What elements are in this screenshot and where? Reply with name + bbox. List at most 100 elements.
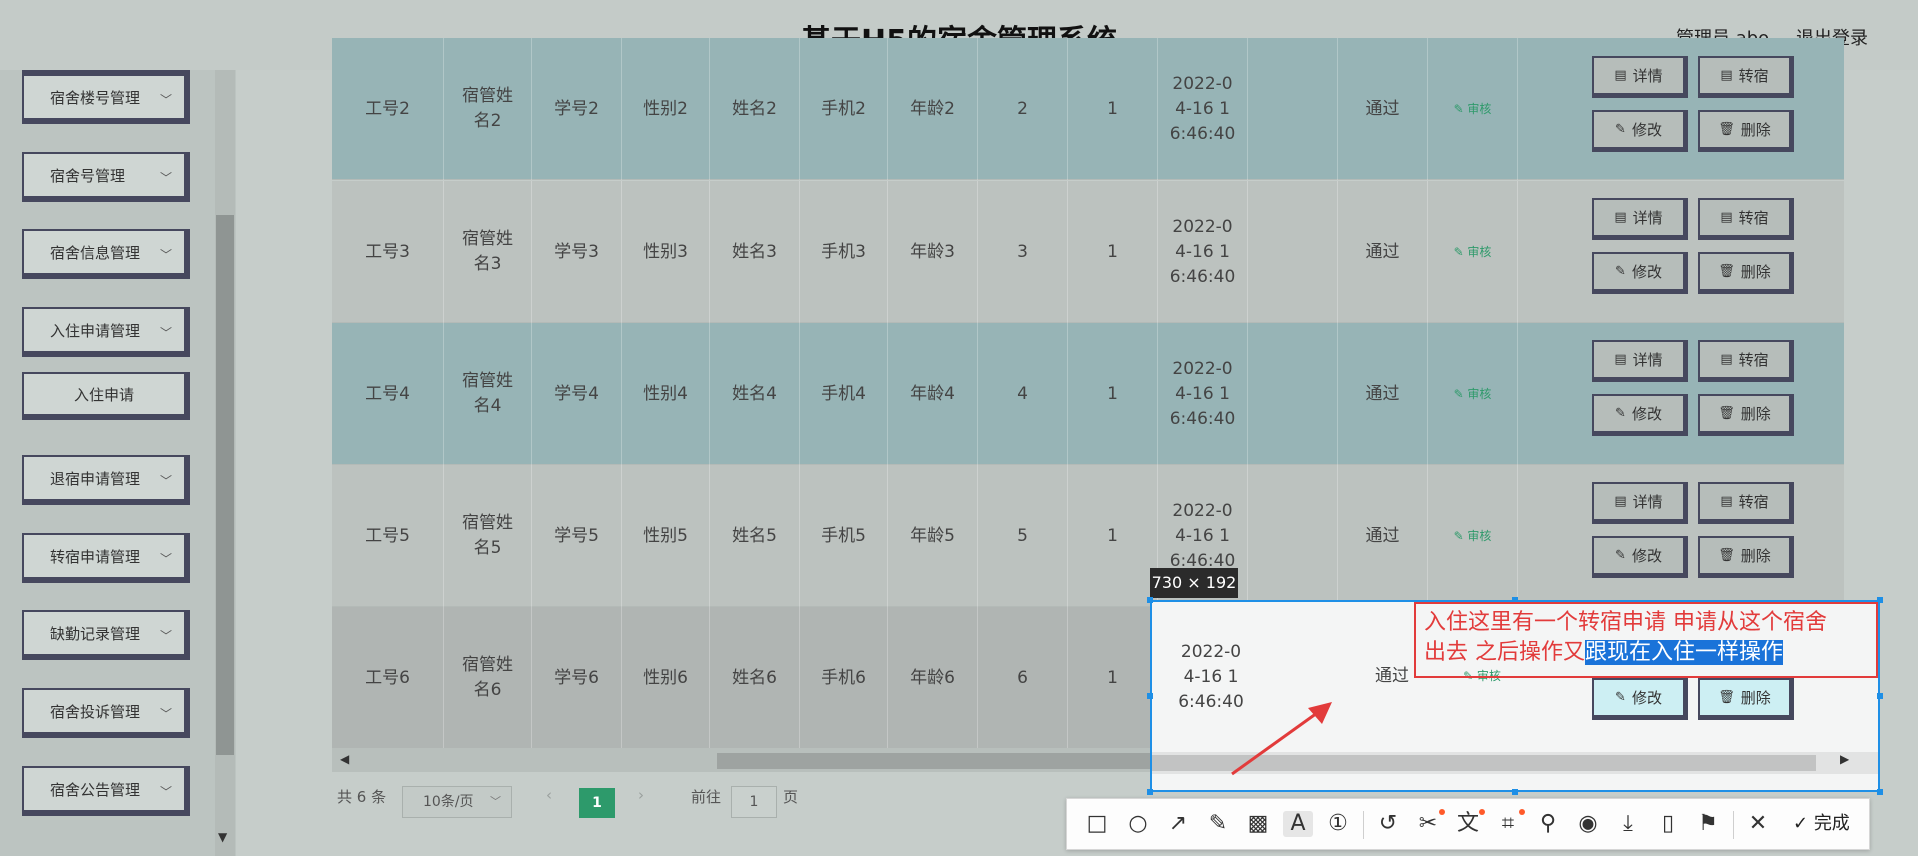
resize-handle[interactable] [1147,597,1153,603]
new-badge [1439,809,1445,815]
sidebar-subitem-checkin[interactable]: 入住申请 [22,372,190,420]
delete-button[interactable]: 🗑 删除 [1698,252,1794,294]
delete-button[interactable]: 🗑 删除 [1698,110,1794,152]
ocr-icon[interactable]: ⌗ [1493,811,1523,837]
chevron-down-icon: ﹀ [159,552,172,566]
download-icon[interactable]: ⤓ [1613,811,1643,837]
new-badge [1479,809,1485,815]
prev-page-icon[interactable]: ‹ [546,786,552,804]
detail-button[interactable]: ▤ 详情 [1592,198,1688,240]
pencil-icon: ✎ [1615,690,1626,705]
cell-student-no: 学号2 [532,38,622,180]
undo-icon[interactable]: ↺ [1373,811,1403,837]
sidebar-item-transfer-management[interactable]: 转宿申请管理 ﹀ [22,533,190,583]
cell-work-no: 工号5 [332,465,444,607]
text-icon[interactable]: A [1283,811,1313,837]
scroll-left-arrow-icon[interactable]: ◀ [340,752,349,766]
sidebar-item-dorm-info[interactable]: 宿舍信息管理 ﹀ [22,229,190,279]
sidebar-item-label: 转宿申请管理 [50,547,141,566]
arrow-icon[interactable]: ↗ [1163,811,1193,837]
edit-button[interactable]: ✎ 修改 [1592,678,1688,720]
resize-handle[interactable] [1877,789,1883,795]
done-button[interactable]: ✓ 完成 [1793,811,1850,837]
audit-link[interactable]: ✎ 审核 [1428,38,1518,180]
sidebar-item-announcements[interactable]: 宿舍公告管理 ﹀ [22,766,190,816]
chevron-down-icon: ﹀ [159,707,172,721]
page-size-select[interactable]: 10条/页 ﹀ [402,786,512,818]
goto-prefix: 前往 [691,788,722,806]
sidebar-item-label: 宿舍号管理 [50,166,126,185]
delete-button[interactable]: 🗑 删除 [1698,678,1794,720]
sidebar-item-room-number[interactable]: 宿舍号管理 ﹀ [22,152,190,202]
cell-gender: 性别5 [622,465,710,607]
cell-phone: 手机2 [800,38,888,180]
cell-empty [1248,465,1338,607]
translate-icon[interactable]: 文 [1453,811,1483,837]
cell-building: 5 [978,465,1068,607]
sidebar-item-building-number[interactable]: 宿舍楼号管理 ﹀ [22,74,190,124]
audit-link[interactable]: ✎ 审核 [1428,465,1518,607]
document-icon: ▤ [1614,494,1627,509]
transfer-button[interactable]: ▤ 转宿 [1698,340,1794,382]
close-icon[interactable]: ✕ [1743,811,1773,837]
audit-link[interactable]: ✎ 审核 [1428,323,1518,465]
scroll-down-arrow-icon[interactable]: ▼ [218,830,227,844]
goto-page-input[interactable]: 1 [731,786,777,818]
sidebar-item-absence-records[interactable]: 缺勤记录管理 ﹀ [22,610,190,660]
toolbar-divider [1733,811,1734,839]
record-icon[interactable]: ◉ [1573,811,1603,837]
pencil-icon: ✎ [1615,264,1626,279]
pin-icon[interactable]: ⚲ [1533,811,1563,837]
resize-handle[interactable] [1147,789,1153,795]
cell-age: 年龄5 [888,465,978,607]
cell-status: 通过 [1338,181,1428,323]
edit-button[interactable]: ✎ 修改 [1592,110,1688,152]
resize-handle[interactable] [1147,693,1153,699]
cell-status: 通过 [1338,465,1428,607]
cell-age: 年龄2 [888,38,978,180]
chevron-down-icon: ﹀ [159,629,172,643]
transfer-button[interactable]: ▤ 转宿 [1698,198,1794,240]
sidebar-item-complaints[interactable]: 宿舍投诉管理 ﹀ [22,688,190,738]
detail-button[interactable]: ▤ 详情 [1592,482,1688,524]
edit-button[interactable]: ✎ 修改 [1592,536,1688,578]
cell-building: 6 [978,607,1068,749]
audit-link[interactable]: ✎ 审核 [1428,181,1518,323]
phone-icon[interactable]: ▯ [1653,811,1683,837]
cell-manager-name: 宿管姓 名5 [444,465,532,607]
scissors-icon[interactable]: ✂ [1413,811,1443,837]
detail-button[interactable]: ▤ 详情 [1592,56,1688,98]
bookmark-icon[interactable]: ⚑ [1693,811,1723,837]
annotation-line-1: 入住这里有一个转宿申请 申请从这个宿舍 [1424,610,1827,635]
document-icon: ▤ [1614,68,1627,83]
resize-handle[interactable] [1512,789,1518,795]
mosaic-icon[interactable]: ▩ [1243,811,1273,837]
transfer-button[interactable]: ▤ 转宿 [1698,56,1794,98]
ellipse-icon[interactable]: ○ [1123,811,1153,837]
sidebar-scrollbar-thumb[interactable] [216,215,234,755]
text-annotation[interactable]: 入住这里有一个转宿申请 申请从这个宿舍 出去 之后操作又跟现在入住一样操作 [1414,602,1878,678]
document-icon: ▤ [1720,494,1733,509]
pen-icon[interactable]: ✎ [1203,811,1233,837]
page-size-value: 10条/页 [423,794,474,810]
cell-work-no: 工号4 [332,323,444,465]
cell-manager-name: 宿管姓 名3 [444,181,532,323]
delete-button[interactable]: 🗑 删除 [1698,536,1794,578]
trash-icon: 🗑 [1718,406,1735,421]
number-marker-icon[interactable]: ① [1323,811,1353,837]
edit-button[interactable]: ✎ 修改 [1592,394,1688,436]
resize-handle[interactable] [1877,693,1883,699]
sidebar-item-checkin-management[interactable]: 入住申请管理 ﹀ [22,307,190,357]
sidebar-item-checkout-management[interactable]: 退宿申请管理 ﹀ [22,455,190,505]
edit-button[interactable]: ✎ 修改 [1592,252,1688,294]
delete-button[interactable]: 🗑 删除 [1698,394,1794,436]
page-number-current[interactable]: 1 [579,788,615,818]
next-page-icon[interactable]: › [638,786,644,804]
document-icon: ▤ [1720,68,1733,83]
transfer-button[interactable]: ▤ 转宿 [1698,482,1794,524]
rectangle-icon[interactable]: □ [1082,811,1112,837]
detail-button[interactable]: ▤ 详情 [1592,340,1688,382]
trash-icon: 🗑 [1718,548,1735,563]
cell-name: 姓名4 [710,323,800,465]
chevron-down-icon: ﹀ [490,795,501,808]
